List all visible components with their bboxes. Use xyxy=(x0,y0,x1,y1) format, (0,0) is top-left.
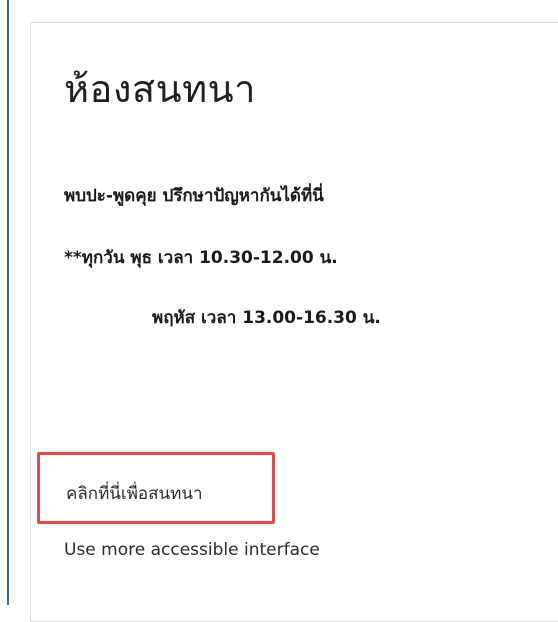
left-edge-divider xyxy=(7,0,9,605)
enter-chat-link[interactable]: คลิกที่นี่เพื่อสนทนา xyxy=(66,480,203,507)
accessible-interface-link[interactable]: Use more accessible interface xyxy=(64,540,320,560)
intro-text: พบปะ-พูดคุย ปรึกษาปัญหากันได้ที่นี่ xyxy=(64,186,324,206)
schedule-wednesday: **ทุกวัน พุธ เวลา 10.30-12.00 น. xyxy=(64,248,338,268)
page-title: ห้องสนทนา xyxy=(64,67,256,111)
schedule-thursday: พฤหัส เวลา 13.00-16.30 น. xyxy=(152,308,381,328)
